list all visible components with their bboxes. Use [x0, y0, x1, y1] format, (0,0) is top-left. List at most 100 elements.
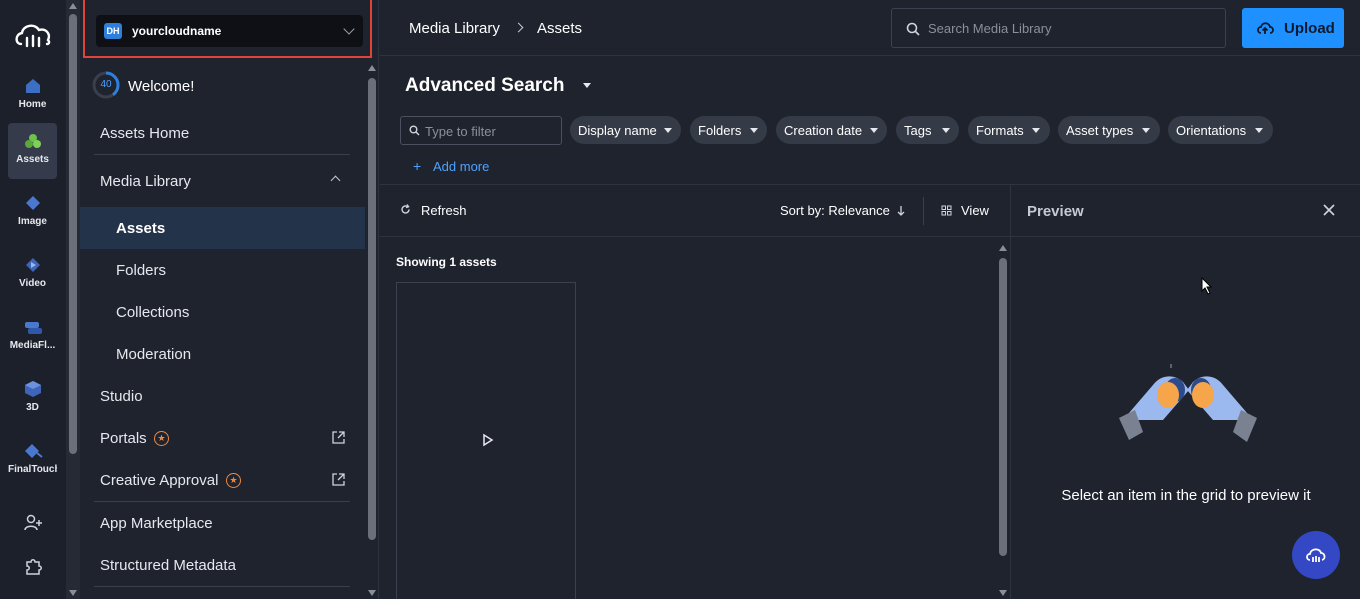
breadcrumb-media-library[interactable]: Media Library [409, 20, 500, 37]
scroll-up-icon[interactable] [368, 65, 376, 71]
scrollbar-thumb[interactable] [999, 258, 1007, 556]
media-library-search[interactable] [891, 8, 1226, 48]
rail-item-label: 3D [26, 402, 39, 413]
upload-label: Upload [1284, 20, 1335, 37]
rail-item-video[interactable]: Video [8, 247, 57, 303]
sidebar-item-label: Creative Approval [100, 472, 219, 489]
scroll-up-icon[interactable] [69, 3, 77, 9]
filter-chip-creation-date[interactable]: Creation date [776, 116, 887, 144]
welcome-progress: 40 [100, 79, 112, 90]
add-user-icon[interactable] [22, 512, 44, 534]
chip-label: Formats [976, 123, 1024, 138]
filter-chip-orientations[interactable]: Orientations [1168, 116, 1273, 144]
mouse-cursor-icon [1201, 277, 1213, 295]
premium-star-icon: ★ [226, 473, 241, 488]
rail-item-label: Image [18, 216, 47, 227]
puzzle-icon[interactable] [22, 555, 44, 577]
advanced-search-title[interactable]: Advanced Search [405, 75, 564, 97]
header: Media Library Assets Upload [380, 0, 1360, 56]
sidebar-item-label: Structured Metadata [100, 557, 236, 574]
rail-item-label: MediaFl... [9, 340, 56, 351]
grid-scrollbar[interactable] [996, 242, 1010, 599]
scroll-up-icon[interactable] [999, 245, 1007, 251]
rail-item-assets[interactable]: Assets [8, 123, 57, 179]
rail-item-image[interactable]: Image [8, 185, 57, 241]
mediaflows-icon [24, 322, 42, 334]
scroll-down-icon[interactable] [69, 590, 77, 596]
caret-down-icon [942, 128, 950, 133]
rail-item-label: Home [18, 99, 47, 110]
sidebar-scrollbar[interactable] [365, 62, 379, 599]
sidebar-item-portals[interactable]: Portals ★ [80, 419, 365, 457]
filter-field[interactable] [400, 116, 562, 145]
rail-item-home[interactable]: Home [8, 68, 57, 124]
grid-toolbar: Refresh Sort by: Relevance View [380, 185, 1010, 237]
divider [94, 154, 350, 155]
sidebar-item-label: Assets [116, 220, 166, 237]
sidebar-item-moderation[interactable]: Moderation [80, 335, 365, 373]
sidebar-item-label: Assets Home [100, 125, 190, 142]
sidebar-item-collections[interactable]: Collections [80, 293, 365, 331]
refresh-icon [401, 204, 410, 214]
asset-tile[interactable] [396, 282, 576, 599]
cloudinary-logo-icon[interactable] [13, 20, 53, 50]
filter-chip-folders[interactable]: Folders [690, 116, 767, 144]
sidebar-item-media-library[interactable]: Media Library [80, 162, 365, 200]
caret-down-icon [1255, 128, 1263, 133]
chevron-down-icon [343, 23, 355, 35]
search-input[interactable] [928, 18, 1208, 38]
app-window: Home Assets Image Video MediaFl... 3D Fi… [0, 0, 1360, 599]
rail-item-mediaflows[interactable]: MediaFl... [8, 309, 57, 365]
caret-down-icon [870, 128, 878, 133]
welcome-label: Welcome! [128, 78, 195, 95]
scroll-down-icon[interactable] [368, 590, 376, 596]
sidebar-item-label: Studio [100, 388, 143, 405]
external-link-icon[interactable] [332, 473, 345, 486]
cloud-selector-highlight: DH yourcloudname [83, 0, 372, 58]
filter-chip-tags[interactable]: Tags [896, 116, 959, 144]
sidebar-item-assets-home[interactable]: Assets Home [80, 114, 365, 152]
play-icon [483, 433, 494, 447]
rail-item-finaltouch[interactable]: FinalTouch [8, 433, 57, 489]
scrollbar-thumb[interactable] [368, 78, 376, 540]
external-link-icon[interactable] [332, 431, 345, 444]
chevron-up-icon [330, 175, 341, 186]
cube-icon [24, 381, 41, 397]
sidebar-item-structured-metadata[interactable]: Structured Metadata [80, 546, 365, 584]
cloudinary-chat-icon [1306, 548, 1326, 562]
rail-scrollbar[interactable] [66, 0, 80, 599]
filter-chip-formats[interactable]: Formats [968, 116, 1050, 144]
refresh-label: Refresh [421, 203, 467, 218]
sidebar-item-app-marketplace[interactable]: App Marketplace [80, 504, 365, 542]
sidebar-item-folders[interactable]: Folders [80, 251, 365, 289]
rail-item-label: Video [18, 278, 47, 289]
rail-item-3d[interactable]: 3D [8, 371, 57, 427]
rail-item-label: FinalTouch [8, 464, 57, 475]
filter-input[interactable] [425, 123, 555, 139]
sidebar-item-label: Portals [100, 430, 147, 447]
grid-view-icon [941, 205, 952, 216]
cloud-badge: DH [104, 23, 122, 39]
support-chat-button[interactable] [1292, 531, 1340, 579]
video-icon [25, 258, 40, 272]
scroll-down-icon[interactable] [999, 590, 1007, 596]
filter-chip-asset-types[interactable]: Asset types [1058, 116, 1160, 144]
upload-button[interactable]: Upload [1242, 8, 1344, 48]
sidebar-item-creative-approval[interactable]: Creative Approval ★ [80, 461, 365, 499]
caret-down-icon [664, 128, 672, 133]
divider [94, 586, 350, 587]
sort-direction-icon[interactable] [896, 205, 906, 217]
cloud-selector[interactable]: DH yourcloudname [96, 15, 363, 47]
filter-chip-display-name[interactable]: Display name [570, 116, 681, 144]
chip-label: Creation date [784, 123, 863, 138]
sort-select[interactable]: Sort by: Relevance [780, 203, 890, 218]
plus-icon: + [413, 158, 422, 174]
close-icon[interactable] [1322, 203, 1336, 217]
finaltouch-icon [24, 444, 43, 458]
chip-label: Folders [698, 123, 742, 138]
sidebar-item-studio[interactable]: Studio [80, 377, 365, 415]
sidebar-item-assets[interactable]: Assets [80, 207, 365, 249]
scrollbar-thumb[interactable] [69, 14, 77, 454]
caret-down-icon[interactable] [583, 83, 591, 88]
breadcrumb-assets: Assets [537, 20, 583, 37]
